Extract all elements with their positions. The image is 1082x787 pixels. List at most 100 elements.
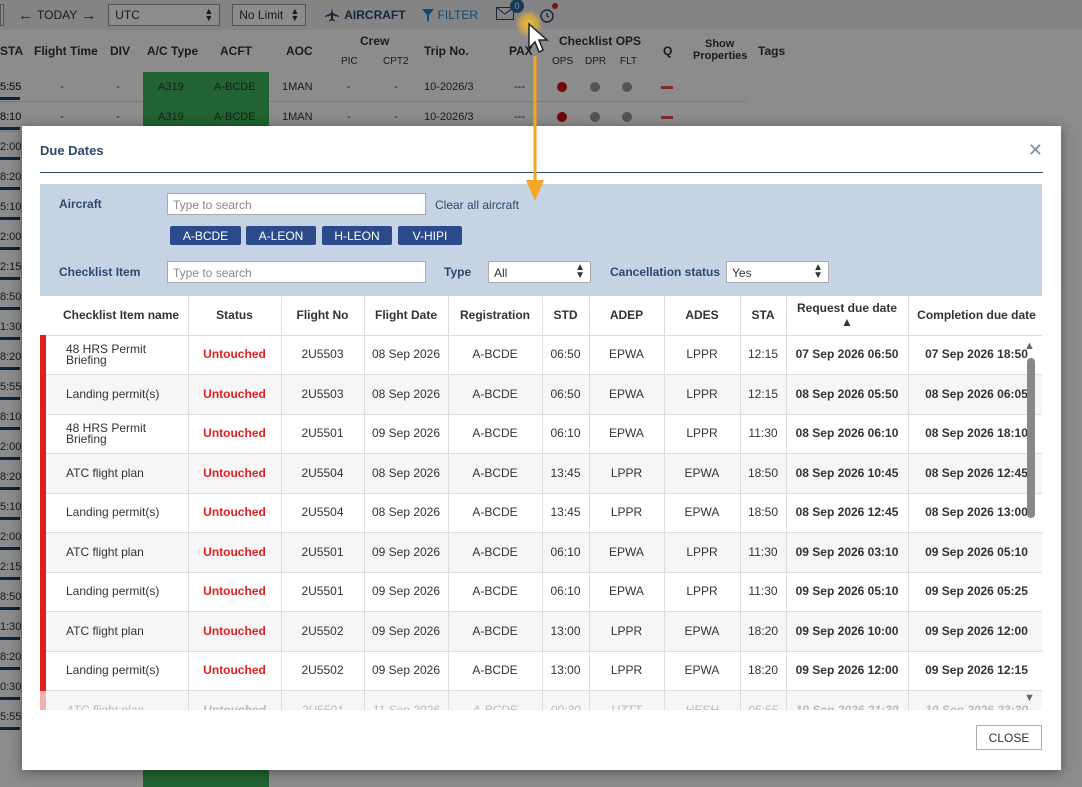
table-cell: 06:10: [542, 414, 590, 454]
close-button[interactable]: CLOSE: [976, 725, 1042, 750]
table-row[interactable]: Landing permit(s) Untouched 2U5502 09 Sep 2…: [40, 651, 1042, 691]
table-cell: A-BCDE: [448, 532, 543, 573]
column-header[interactable]: Flight No: [281, 296, 365, 336]
table-cell: EPWA: [589, 572, 665, 612]
table-cell: Untouched: [188, 493, 282, 533]
table-row[interactable]: 48 HRS Permit Briefing Untouched 2U5501 09 …: [40, 414, 1042, 454]
table-header-row: Checklist Item name Status Flight No Flight…: [43, 296, 1042, 336]
table-cell: Untouched: [188, 414, 282, 454]
table-cell: A-BCDE: [448, 453, 543, 494]
table-cell: 06:50: [542, 335, 590, 375]
table-cell: 06:10: [542, 572, 590, 612]
table-cell: 07 Sep 2026 06:50: [786, 335, 909, 375]
table-cell: A-BCDE: [448, 335, 543, 375]
table-cell: EPWA: [589, 532, 665, 573]
aircraft-chip-a-leon[interactable]: A-LEON: [246, 226, 316, 245]
aircraft-chip-h-leon[interactable]: H-LEON: [322, 226, 392, 245]
table-cell: 2U5501: [281, 414, 365, 454]
table-cell: Landing permit(s): [40, 493, 189, 533]
table-cell: 48 HRS Permit Briefing: [40, 335, 189, 375]
column-header[interactable]: Completion due date: [908, 296, 1042, 336]
clear-aircraft-link[interactable]: Clear all aircraft: [435, 198, 519, 212]
table-cell: 08 Sep 2026 18:10: [908, 414, 1042, 454]
table-cell: LPPR: [664, 374, 741, 415]
column-header[interactable]: Request due date ▲: [786, 296, 909, 336]
table-cell: 09 Sep 2026 05:10: [908, 532, 1042, 573]
column-header[interactable]: ADES: [664, 296, 741, 336]
column-header[interactable]: STA: [740, 296, 787, 336]
table-cell: ATC flight plan: [40, 690, 189, 710]
close-icon[interactable]: ✕: [1028, 140, 1043, 161]
table-cell: EPWA: [664, 611, 741, 652]
table-cell: A-BCDE: [448, 690, 543, 710]
table-cell: 10 Sep 2026 23:30: [908, 690, 1042, 710]
table-cell: ATC flight plan: [40, 453, 189, 494]
table-cell: 2U5501: [281, 690, 365, 710]
table-cell: Untouched: [188, 572, 282, 612]
table-cell: 2U5502: [281, 611, 365, 652]
aircraft-chip-a-bcde[interactable]: A-BCDE: [170, 226, 241, 245]
type-value: All: [494, 266, 508, 280]
table-cell: LPPR: [664, 335, 741, 375]
table-cell: 18:50: [740, 493, 787, 533]
table-cell: 08 Sep 2026 05:50: [786, 374, 909, 415]
table-cell: 09 Sep 2026: [364, 532, 449, 573]
type-select[interactable]: All ▲ ▼: [488, 261, 591, 283]
table-cell: LPPR: [664, 532, 741, 573]
scroll-down-icon[interactable]: ▼: [1024, 692, 1035, 704]
table-cell: Untouched: [188, 374, 282, 415]
table-cell: Landing permit(s): [40, 572, 189, 612]
table-cell: 11 Sep 2026: [364, 690, 449, 710]
table-cell: 07 Sep 2026 18:50: [908, 335, 1042, 375]
table-cell: EPWA: [589, 335, 665, 375]
scroll-up-icon[interactable]: ▲: [1024, 340, 1035, 352]
table-cell: Landing permit(s): [40, 374, 189, 415]
table-cell: 2U5503: [281, 335, 365, 375]
table-cell: 08 Sep 2026: [364, 374, 449, 415]
cancellation-filter-label: Cancellation status: [610, 265, 721, 279]
table-cell: 09 Sep 2026: [364, 611, 449, 652]
table-cell: 09 Sep 2026 05:25: [908, 572, 1042, 612]
table-cell: 08 Sep 2026 06:10: [786, 414, 909, 454]
scrollbar-thumb[interactable]: [1027, 358, 1035, 518]
table-cell: 08 Sep 2026 12:45: [786, 493, 909, 533]
table-cell: EPWA: [664, 651, 741, 691]
column-header[interactable]: Status: [188, 296, 282, 336]
table-cell: 05:55: [740, 690, 787, 710]
table-cell: 08 Sep 2026: [364, 493, 449, 533]
table-cell: 2U5504: [281, 493, 365, 533]
table-row[interactable]: ATC flight plan Untouched 2U5501 09 Sep 202…: [40, 532, 1042, 573]
table-cell: 13:00: [542, 651, 590, 691]
table-cell: 09 Sep 2026: [364, 414, 449, 454]
table-cell: 12:15: [740, 335, 787, 375]
column-header[interactable]: Checklist Item name: [43, 296, 189, 336]
table-row[interactable]: Landing permit(s) Untouched 2U5501 09 Sep 2…: [40, 572, 1042, 612]
table-cell: 2U5502: [281, 651, 365, 691]
table-cell: 08 Sep 2026: [364, 453, 449, 494]
table-cell: HESH: [664, 690, 741, 710]
table-row[interactable]: ATC flight plan Untouched 2U5502 09 Sep 202…: [40, 611, 1042, 652]
column-header[interactable]: STD: [542, 296, 590, 336]
aircraft-chip-v-hipi[interactable]: V-HIPI: [398, 226, 462, 245]
table-row[interactable]: Landing permit(s) Untouched 2U5504 08 Sep 2…: [40, 493, 1042, 533]
table-row[interactable]: 48 HRS Permit Briefing Untouched 2U5503 08 …: [40, 335, 1042, 375]
due-dates-table: Checklist Item name Status Flight No Flight…: [40, 296, 1042, 710]
column-header[interactable]: ADEP: [589, 296, 665, 336]
aircraft-search-input[interactable]: Type to search: [167, 193, 426, 215]
table-row[interactable]: Landing permit(s) Untouched 2U5503 08 Sep 2…: [40, 374, 1042, 415]
aircraft-filter-label: Aircraft: [59, 197, 102, 211]
column-header[interactable]: Registration: [448, 296, 543, 336]
cancellation-select[interactable]: Yes ▲ ▼: [726, 261, 829, 283]
table-cell: Untouched: [188, 690, 282, 710]
checklist-search-input[interactable]: Type to search: [167, 261, 426, 283]
table-row[interactable]: ATC flight plan Untouched 2U5501 11 Sep 202…: [40, 690, 1042, 710]
due-dates-table-wrap[interactable]: Checklist Item name Status Flight No Flight…: [40, 296, 1042, 710]
table-cell: LPPR: [664, 414, 741, 454]
table-cell: 2U5501: [281, 572, 365, 612]
table-cell: Untouched: [188, 611, 282, 652]
table-cell: A-BCDE: [448, 414, 543, 454]
table-row[interactable]: ATC flight plan Untouched 2U5504 08 Sep 202…: [40, 453, 1042, 494]
column-header[interactable]: Flight Date: [364, 296, 449, 336]
table-cell: Untouched: [188, 453, 282, 494]
table-cell: 09 Sep 2026 12:15: [908, 651, 1042, 691]
